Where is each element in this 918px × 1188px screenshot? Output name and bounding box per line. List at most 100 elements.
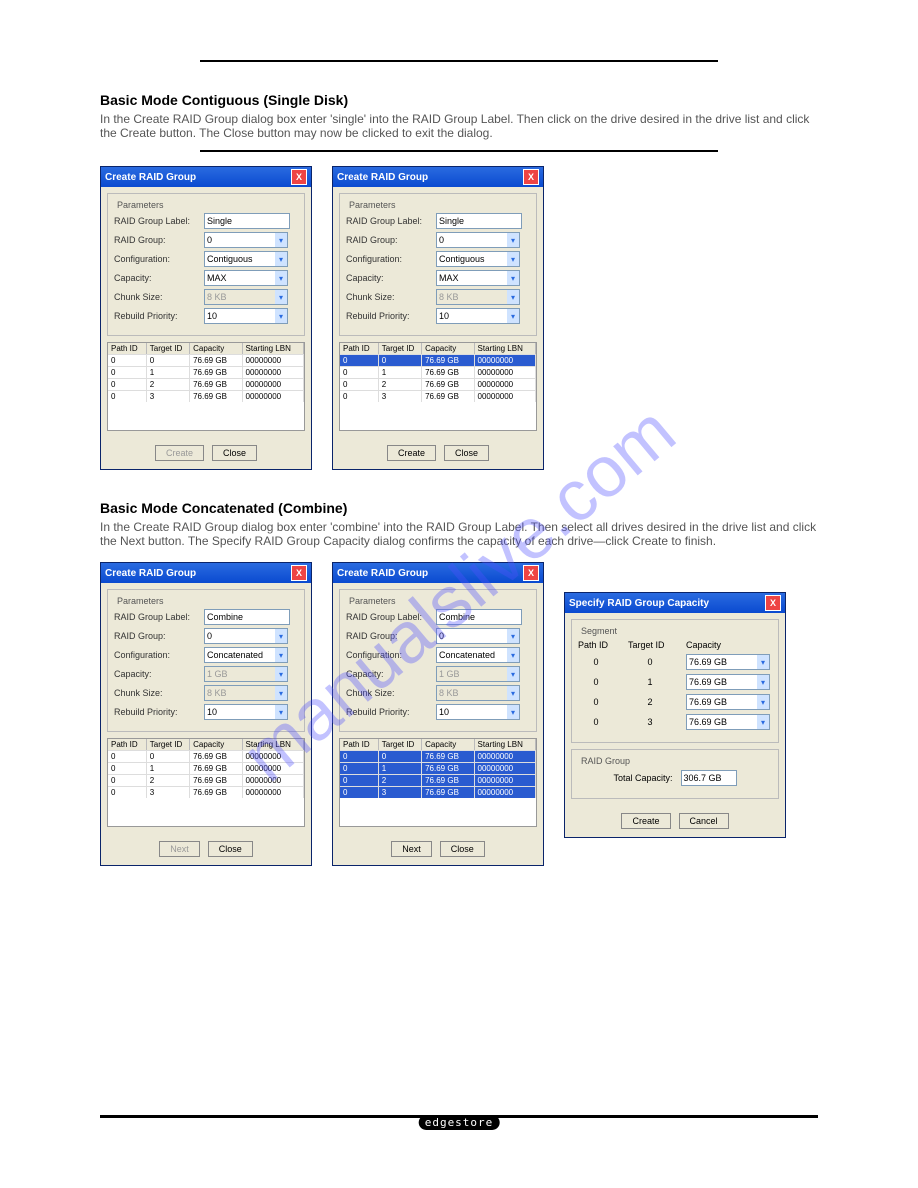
chevron-down-icon: ▾ (757, 715, 769, 729)
chevron-down-icon: ▾ (275, 705, 287, 719)
rebuild-select[interactable]: 10▾ (436, 308, 520, 324)
table-row: 0076.69 GB00000000 (340, 750, 536, 762)
label-total-capacity: Total Capacity: (613, 773, 672, 783)
group-select[interactable]: 0▾ (436, 232, 520, 248)
config-select[interactable]: Contiguous▾ (436, 251, 520, 267)
label-config: Configuration: (114, 254, 204, 264)
close-button[interactable]: Close (212, 445, 257, 461)
capacity-select[interactable]: MAX▾ (436, 270, 520, 286)
group-select[interactable]: 0▾ (436, 628, 520, 644)
segment-legend: Segment (578, 626, 620, 636)
chevron-down-icon: ▾ (275, 648, 287, 662)
close-icon[interactable]: X (523, 565, 539, 581)
segment-capacity-select[interactable]: 76.69 GB▾ (686, 674, 770, 690)
single-dialogs-row: Create RAID Group X Parameters RAID Group… (100, 166, 818, 470)
table-row: 0276.69 GB00000000 (108, 378, 304, 390)
chevron-down-icon: ▾ (757, 675, 769, 689)
next-button[interactable]: Next (391, 841, 432, 857)
params-legend: Parameters (346, 200, 399, 210)
close-icon[interactable]: X (291, 565, 307, 581)
section-combine-title: Basic Mode Concatenated (Combine) (100, 500, 818, 516)
capacity-select: 1 GB▾ (204, 666, 288, 682)
chevron-down-icon: ▾ (507, 648, 519, 662)
table-row: 0276.69 GB00000000 (108, 774, 304, 786)
section-single-title: Basic Mode Contiguous (Single Disk) (100, 92, 818, 108)
title-text: Create RAID Group (105, 172, 196, 183)
group-label-input[interactable]: Single (436, 213, 522, 229)
segment-capacity-select[interactable]: 76.69 GB▾ (686, 654, 770, 670)
label-rebuild: Rebuild Priority: (114, 311, 204, 321)
chevron-down-icon: ▾ (507, 233, 519, 247)
rebuild-select[interactable]: 10▾ (204, 308, 288, 324)
total-capacity-value: 306.7 GB (681, 770, 737, 786)
create-button: Create (155, 445, 204, 461)
chunk-select: 8 KB▾ (204, 685, 288, 701)
titlebar: Create RAID Group X (333, 563, 543, 583)
close-button[interactable]: Close (208, 841, 253, 857)
close-icon[interactable]: X (765, 595, 781, 611)
table-row: 0376.69 GB00000000 (108, 786, 304, 798)
group-select[interactable]: 0▾ (204, 232, 288, 248)
table-row: 0176.69 GB00000000 (340, 762, 536, 774)
table-row: 0276.69 GB00000000 (340, 378, 536, 390)
label-group-label: RAID Group Label: (114, 216, 204, 226)
chevron-down-icon: ▾ (507, 271, 519, 285)
rebuild-select[interactable]: 10▾ (436, 704, 520, 720)
chevron-down-icon: ▾ (507, 667, 519, 681)
chevron-down-icon: ▾ (275, 667, 287, 681)
rebuild-select[interactable]: 10▾ (204, 704, 288, 720)
drive-table[interactable]: Path IDTarget IDCapacityStarting LBN 007… (107, 738, 305, 827)
rule-mid1 (200, 150, 718, 152)
chunk-select: 8 KB▾ (436, 685, 520, 701)
next-button: Next (159, 841, 200, 857)
create-button[interactable]: Create (621, 813, 670, 829)
group-select[interactable]: 0▾ (204, 628, 288, 644)
titlebar: Specify RAID Group CapacityX (565, 593, 785, 613)
segment-capacity-select[interactable]: 76.69 GB▾ (686, 714, 770, 730)
group-label-input[interactable]: Combine (204, 609, 290, 625)
table-row: 0176.69 GB00000000 (108, 762, 304, 774)
config-select[interactable]: Concatenated▾ (204, 647, 288, 663)
drive-table[interactable]: Path IDTarget IDCapacityStarting LBN 007… (339, 342, 537, 431)
params-legend: Parameters (346, 596, 399, 606)
chevron-down-icon: ▾ (507, 629, 519, 643)
close-icon[interactable]: X (523, 169, 539, 185)
segment-capacity-select[interactable]: 76.69 GB▾ (686, 694, 770, 710)
combine-dialogs-row: Create RAID GroupX Parameters RAID Group… (100, 562, 818, 866)
close-button[interactable]: Close (440, 841, 485, 857)
table-row: 0376.69 GB00000000 (108, 390, 304, 402)
create-button[interactable]: Create (387, 445, 436, 461)
chevron-down-icon: ▾ (507, 290, 519, 304)
dialog-create-combine-selected: Create RAID GroupX Parameters RAID Group… (332, 562, 544, 866)
group-label-input[interactable]: Combine (436, 609, 522, 625)
drive-table[interactable]: Path IDTarget IDCapacityStarting LBN 007… (339, 738, 537, 827)
close-icon[interactable]: X (291, 169, 307, 185)
chevron-down-icon: ▾ (757, 695, 769, 709)
table-row: 0076.69 GB00000000 (108, 354, 304, 366)
titlebar: Create RAID Group X (101, 167, 311, 187)
drive-table[interactable]: Path IDTarget IDCapacityStarting LBN 007… (107, 342, 305, 431)
capacity-select[interactable]: MAX▾ (204, 270, 288, 286)
cancel-button[interactable]: Cancel (679, 813, 729, 829)
config-select[interactable]: Concatenated▾ (436, 647, 520, 663)
chevron-down-icon: ▾ (275, 252, 287, 266)
chevron-down-icon: ▾ (275, 290, 287, 304)
chevron-down-icon: ▾ (507, 252, 519, 266)
group-label-input[interactable]: Single (204, 213, 290, 229)
config-select[interactable]: Contiguous▾ (204, 251, 288, 267)
table-row: 0376.69 GB00000000 (340, 390, 536, 402)
chevron-down-icon: ▾ (507, 686, 519, 700)
title-text: Create RAID Group (337, 568, 428, 579)
label-capacity: Capacity: (114, 273, 204, 283)
dialog-create-combine-initial: Create RAID GroupX Parameters RAID Group… (100, 562, 312, 866)
segment-row: 0276.69 GB▾ (578, 694, 772, 710)
segment-row: 0076.69 GB▾ (578, 654, 772, 670)
table-row: 0276.69 GB00000000 (340, 774, 536, 786)
title-text: Create RAID Group (337, 172, 428, 183)
section-single-body: In the Create RAID Group dialog box ente… (100, 112, 818, 140)
close-button[interactable]: Close (444, 445, 489, 461)
table-row: 0176.69 GB00000000 (108, 366, 304, 378)
rule-top (200, 60, 718, 62)
segment-row: 0176.69 GB▾ (578, 674, 772, 690)
title-text: Create RAID Group (105, 568, 196, 579)
